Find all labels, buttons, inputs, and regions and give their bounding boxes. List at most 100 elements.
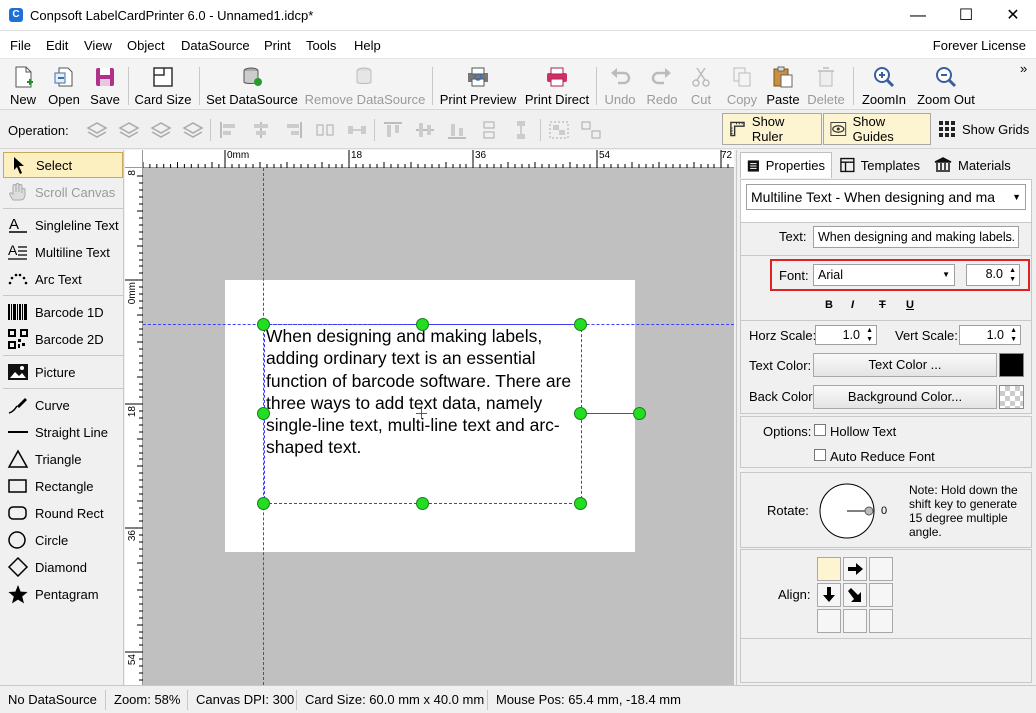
background-color-swatch[interactable] — [999, 385, 1024, 409]
align-middle-left-button[interactable] — [817, 583, 841, 607]
tool-pentagram[interactable]: Pentagram — [3, 581, 123, 607]
resize-handle-right[interactable] — [574, 407, 587, 420]
align-top-right-button[interactable] — [869, 557, 893, 581]
send-backward-icon[interactable] — [150, 120, 172, 140]
show-ruler-toggle[interactable]: Show Ruler — [722, 113, 822, 145]
hollow-text-checkbox[interactable] — [814, 424, 826, 436]
ungroup-icon[interactable] — [580, 120, 602, 140]
text-more-button[interactable]: ... — [1005, 230, 1015, 244]
open-button[interactable]: Open — [44, 61, 84, 109]
delete-button[interactable]: Delete — [805, 61, 847, 109]
align-center-icon[interactable] — [250, 120, 272, 140]
menu-object[interactable]: Object — [127, 38, 165, 53]
menu-tools[interactable]: Tools — [306, 38, 336, 53]
tab-templates[interactable]: Templates — [834, 152, 926, 178]
resize-handle-bottom-left[interactable] — [257, 497, 270, 510]
bring-to-front-icon[interactable] — [86, 120, 108, 140]
send-to-back-icon[interactable] — [182, 120, 204, 140]
show-grids-toggle[interactable]: Show Grids — [934, 113, 1034, 145]
zoom-out-button[interactable]: Zoom Out — [914, 61, 978, 109]
background-color-button[interactable]: Background Color... — [813, 385, 997, 409]
resize-handle-top[interactable] — [416, 318, 429, 331]
align-top-icon[interactable] — [382, 120, 404, 140]
align-middle-icon[interactable] — [414, 120, 436, 140]
text-color-swatch[interactable] — [999, 353, 1024, 377]
align-top-left-button[interactable] — [817, 557, 841, 581]
tool-scroll-canvas[interactable]: Scroll Canvas — [3, 179, 123, 205]
strikethrough-button[interactable]: T — [879, 299, 886, 311]
menu-datasource[interactable]: DataSource — [181, 38, 250, 53]
text-input[interactable]: When designing and making labels — [813, 226, 1019, 248]
vertical-ruler[interactable]: 8 0mm 18 36 54 — [125, 168, 143, 685]
font-size-spinner[interactable]: 8.0 ▲ ▼ — [966, 264, 1020, 286]
align-bottom-left-button[interactable] — [817, 609, 841, 633]
align-bottom-right-button[interactable] — [869, 609, 893, 633]
space-horizontal-icon[interactable] — [346, 120, 368, 140]
close-button[interactable]: ✕ — [990, 0, 1036, 31]
minimize-button[interactable]: — — [895, 0, 941, 31]
new-button[interactable]: New — [4, 61, 42, 109]
underline-button[interactable]: U — [906, 299, 914, 311]
horizontal-ruler[interactable]: 0mm 18 36 54 72 — [143, 150, 734, 168]
maximize-button[interactable]: ☐ — [943, 0, 989, 31]
toolbar-overflow-button[interactable]: » — [1020, 61, 1027, 76]
redo-button[interactable]: Redo — [642, 61, 682, 109]
resize-handle-bottom[interactable] — [416, 497, 429, 510]
print-preview-button[interactable]: Print Preview — [438, 61, 518, 109]
rotate-handle[interactable] — [633, 407, 646, 420]
tool-barcode-2d[interactable]: Barcode 2D — [3, 326, 123, 352]
font-name-select[interactable]: Arial ▼ — [813, 264, 955, 286]
object-selector[interactable]: Multiline Text - When designing and ma ▼ — [746, 184, 1026, 210]
align-right-icon[interactable] — [282, 120, 304, 140]
align-middle-right-button[interactable] — [869, 583, 893, 607]
align-left-icon[interactable] — [218, 120, 240, 140]
space-vertical-icon[interactable] — [510, 120, 532, 140]
menu-help[interactable]: Help — [354, 38, 381, 53]
show-guides-toggle[interactable]: Show Guides — [823, 113, 931, 145]
resize-handle-left[interactable] — [257, 407, 270, 420]
tab-properties[interactable]: Properties — [740, 152, 832, 178]
align-top-center-button[interactable] — [843, 557, 867, 581]
paste-button[interactable]: Paste — [764, 61, 802, 109]
text-color-button[interactable]: Text Color ... — [813, 353, 997, 377]
undo-button[interactable]: Undo — [600, 61, 640, 109]
tool-multiline-text[interactable]: A Multiline Text — [3, 239, 123, 265]
zoom-in-button[interactable]: ZoomIn — [858, 61, 910, 109]
cut-button[interactable]: Cut — [684, 61, 718, 109]
tab-materials[interactable]: Materials — [928, 152, 1018, 178]
tool-diamond[interactable]: Diamond — [3, 554, 123, 580]
group-icon[interactable] — [548, 120, 570, 140]
bold-button[interactable]: B — [825, 299, 833, 311]
tool-curve[interactable]: Curve — [3, 392, 123, 418]
menu-view[interactable]: View — [84, 38, 112, 53]
design-canvas[interactable]: 0mm 18 36 54 72 8 0mm 18 36 54 When desi… — [125, 150, 734, 685]
tool-rectangle[interactable]: Rectangle — [3, 473, 123, 499]
distribute-vertical-icon[interactable] — [478, 120, 500, 140]
tool-triangle[interactable]: Triangle — [3, 446, 123, 472]
tool-singleline-text[interactable]: A Singleline Text — [3, 212, 123, 238]
tool-round-rect[interactable]: Round Rect — [3, 500, 123, 526]
card-size-button[interactable]: Card Size — [133, 61, 193, 109]
tool-arc-text[interactable]: Arc Text — [3, 266, 123, 292]
menu-edit[interactable]: Edit — [46, 38, 68, 53]
align-bottom-icon[interactable] — [446, 120, 468, 140]
copy-button[interactable]: Copy — [722, 61, 762, 109]
bring-forward-icon[interactable] — [118, 120, 140, 140]
auto-reduce-checkbox[interactable] — [814, 449, 826, 461]
print-direct-button[interactable]: Print Direct — [522, 61, 592, 109]
resize-handle-top-left[interactable] — [257, 318, 270, 331]
resize-handle-bottom-right[interactable] — [574, 497, 587, 510]
resize-handle-top-right[interactable] — [574, 318, 587, 331]
tool-select[interactable]: Select — [3, 152, 123, 178]
menu-print[interactable]: Print — [264, 38, 291, 53]
vert-scale-spinner[interactable]: 1.0 ▲ ▼ — [959, 325, 1021, 345]
horz-scale-spinner[interactable]: 1.0 ▲ ▼ — [815, 325, 877, 345]
save-button[interactable]: Save — [86, 61, 124, 109]
tool-barcode-1d[interactable]: Barcode 1D — [3, 299, 123, 325]
tool-circle[interactable]: Circle — [3, 527, 123, 553]
tool-picture[interactable]: Picture — [3, 359, 123, 385]
italic-button[interactable]: I — [851, 299, 854, 311]
align-center-button[interactable] — [843, 583, 867, 607]
tool-straight-line[interactable]: Straight Line — [3, 419, 123, 445]
remove-datasource-button[interactable]: Remove DataSource — [304, 61, 426, 109]
